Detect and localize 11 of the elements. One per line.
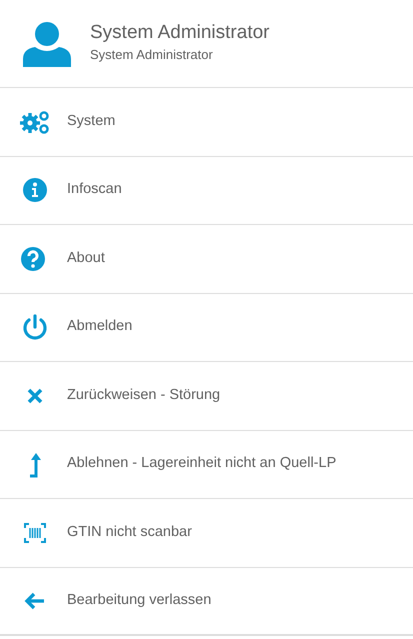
- menu-item[interactable]: Infoscan: [0, 156, 413, 225]
- menu-item[interactable]: GTIN nicht scanbar: [0, 499, 413, 568]
- menu-item[interactable]: Abmelden: [0, 294, 413, 362]
- menu-item[interactable]: Bearbeitung verlassen: [0, 568, 413, 636]
- menu-item[interactable]: About: [0, 225, 413, 294]
- menu-item[interactable]: Ablehnen - Lagereinheit nicht an Quell-LP: [0, 430, 413, 499]
- user-name: System Administrator: [90, 22, 270, 46]
- user-role: System Administrator: [90, 46, 214, 64]
- user-avatar-icon: [20, 20, 74, 66]
- menu-item[interactable]: Zurückweisen - Störung: [0, 362, 413, 430]
- menu-item[interactable]: System: [0, 88, 413, 156]
